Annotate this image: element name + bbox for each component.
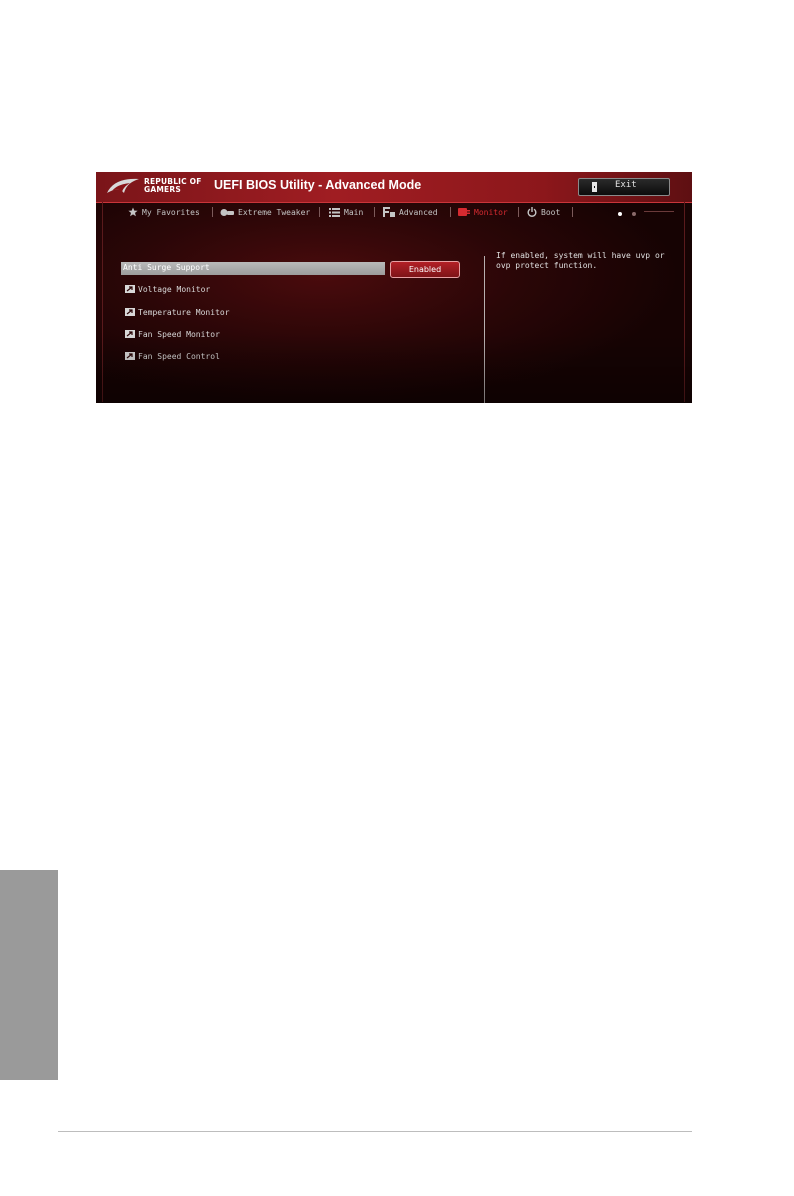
submenu-label: Fan Speed Control [138,351,220,361]
page-side-tab [0,870,58,1080]
tab-separator [450,207,451,217]
power-icon [527,207,537,217]
tab-separator [319,207,320,217]
advanced-icon [383,207,395,217]
setting-anti-surge-support[interactable]: Anti Surge Support [121,262,385,275]
submenu-label: Voltage Monitor [138,284,211,294]
tab-label: My Favorites [142,207,200,217]
setting-value-dropdown[interactable]: Enabled [390,261,460,278]
setting-label: Anti Surge Support [123,263,210,272]
page-indicator[interactable] [618,209,641,218]
submenu-arrow-icon [125,285,135,293]
submenu-arrow-icon [125,308,135,316]
list-icon [329,207,340,217]
panel-divider [484,256,485,403]
submenu-fan-speed-monitor[interactable]: Fan Speed Monitor [125,328,220,340]
tab-extreme-tweaker[interactable]: Extreme Tweaker [220,206,310,218]
tab-label: Advanced [399,207,438,217]
exit-button[interactable]: Exit [578,178,670,196]
monitor-icon [458,208,470,216]
exit-label: Exit [615,180,637,190]
rog-logo-icon [107,178,139,193]
submenu-voltage-monitor[interactable]: Voltage Monitor [125,283,210,295]
frame-right [684,202,685,402]
submenu-fan-speed-control[interactable]: Fan Speed Control [125,350,220,362]
tab-boot[interactable]: Boot [527,206,560,218]
tab-separator [374,207,375,217]
tweaker-icon [220,208,234,216]
tab-advanced[interactable]: Advanced [383,206,438,218]
tab-separator [572,207,573,217]
submenu-label: Temperature Monitor [138,307,230,317]
submenu-arrow-icon [125,330,135,338]
tab-label: Boot [541,207,561,217]
bios-screenshot: REPUBLIC OF GAMERS UEFI BIOS Utility - A… [96,172,692,403]
tab-separator [212,207,213,217]
frame-left [102,202,103,402]
tab-label: Main [344,207,364,217]
app-title: UEFI BIOS Utility - Advanced Mode [214,178,422,192]
page-dot[interactable] [631,212,636,216]
tab-label: Extreme Tweaker [238,207,311,217]
tab-my-favorites[interactable]: My Favorites [128,206,200,218]
tab-main[interactable]: Main [329,206,363,218]
footer-rule [58,1131,692,1132]
help-text: If enabled, system will have uvp or ovp … [496,251,665,270]
submenu-arrow-icon [125,352,135,360]
tab-monitor[interactable]: Monitor [458,206,508,218]
page-dot-active[interactable] [618,212,622,216]
exit-door-icon [592,182,597,192]
nav-line [644,211,674,212]
brand-name: REPUBLIC OF GAMERS [144,178,202,194]
submenu-label: Fan Speed Monitor [138,329,220,339]
tab-separator [518,207,519,217]
brand-line-2: GAMERS [144,185,181,194]
title-bar: REPUBLIC OF GAMERS UEFI BIOS Utility - A… [96,172,692,203]
star-icon [128,207,138,217]
submenu-temperature-monitor[interactable]: Temperature Monitor [125,306,230,318]
tab-bar: My Favorites Extreme Tweaker Main Advanc… [96,202,692,222]
tab-label: Monitor [474,207,508,217]
